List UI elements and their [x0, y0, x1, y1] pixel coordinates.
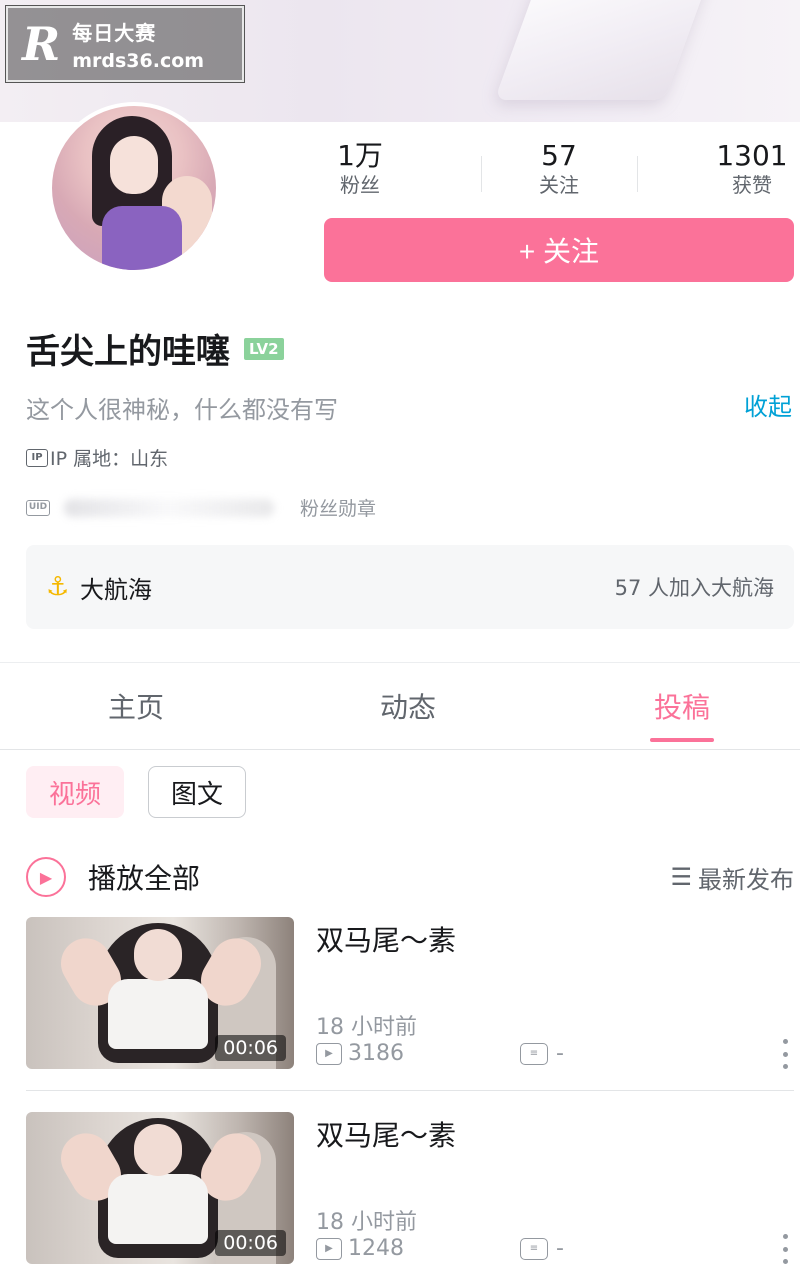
uid-row: UID 粉丝勋章	[26, 494, 376, 521]
stat-fans-value: 1万	[337, 139, 383, 172]
stat-fans[interactable]: 1万 粉丝	[300, 140, 420, 198]
user-bio: 这个人很神秘，什么都没有写	[26, 396, 338, 424]
ip-location: IP 属地：山东	[50, 448, 169, 470]
ip-icon: IP	[26, 448, 48, 467]
comment-count: -	[556, 1041, 564, 1066]
avatar-dress	[102, 206, 182, 270]
video-stats: ▶ 1248 ≡ -	[316, 1236, 564, 1261]
play-all-icon[interactable]: ▶	[26, 857, 66, 897]
uid-icon: UID	[26, 499, 50, 516]
section-divider	[0, 662, 800, 663]
fans-medal-link[interactable]: 粉丝勋章	[300, 494, 376, 521]
thumbnail-figure	[108, 1174, 208, 1244]
video-thumbnail[interactable]: 00:06	[26, 1112, 294, 1264]
collapse-link[interactable]: 收起	[744, 387, 792, 422]
name-row: 舌尖上的哇噻 LV2	[26, 324, 284, 373]
watermark: R 每日大赛 mrds36.com	[5, 5, 245, 83]
user-name: 舌尖上的哇噻	[26, 332, 230, 372]
thumbnail-figure	[108, 979, 208, 1049]
stat-likes-label: 获赞	[732, 173, 772, 197]
tab-dynamic[interactable]: 动态	[338, 686, 478, 726]
tab-uploads[interactable]: 投稿	[612, 686, 752, 726]
play-all-row: ▶ 播放全部 ☰ 最新发布	[26, 855, 794, 899]
video-time: 18 小时前	[316, 1015, 417, 1040]
video-duration: 00:06	[215, 1035, 286, 1061]
stat-following-label: 关注	[539, 173, 579, 197]
video-thumbnail[interactable]: 00:06	[26, 917, 294, 1069]
profile-stats: 1万 粉丝 57 关注 1301 获赞	[300, 140, 800, 204]
play-count-icon: ▶	[316, 1042, 342, 1065]
watermark-line1: 每日大赛	[72, 20, 157, 45]
play-count: 1248	[348, 1236, 404, 1261]
guard-count: 57 人加入大航海	[614, 576, 774, 600]
uid-value-blurred	[64, 498, 274, 517]
sort-label: 最新发布	[698, 865, 794, 894]
watermark-logo: R	[22, 17, 61, 71]
comment-count-icon: ≡	[520, 1237, 548, 1260]
profile-tabs: 主页 动态 投稿	[0, 664, 800, 750]
stat-divider	[481, 156, 482, 192]
list-divider	[26, 1090, 794, 1091]
guard-title: 大航海	[80, 575, 152, 604]
subtab-video[interactable]: 视频	[26, 766, 124, 818]
thumbnail-figure	[134, 1124, 182, 1176]
level-badge: LV2	[244, 337, 284, 360]
play-count: 3186	[348, 1041, 404, 1066]
watermark-line2: mrds36.com	[72, 49, 205, 72]
stat-fans-label: 粉丝	[340, 173, 380, 197]
video-time: 18 小时前	[316, 1210, 417, 1235]
tab-active-indicator	[650, 738, 714, 742]
sort-icon: ☰	[670, 863, 692, 891]
stat-divider	[637, 156, 638, 192]
video-stats: ▶ 3186 ≡ -	[316, 1041, 564, 1066]
stat-following[interactable]: 57 关注	[499, 140, 619, 198]
play-count-icon: ▶	[316, 1237, 342, 1260]
tab-home[interactable]: 主页	[66, 686, 206, 726]
video-item[interactable]: 00:06 双马尾～素 18 小时前 ▶ 1248 ≡ -	[26, 1112, 794, 1272]
video-item[interactable]: 00:06 双马尾～素 18 小时前 ▶ 3186 ≡ -	[26, 917, 794, 1077]
comment-count: -	[556, 1236, 564, 1261]
video-duration: 00:06	[215, 1230, 286, 1256]
anchor-icon: ⚓	[46, 572, 70, 602]
stat-likes[interactable]: 1301 获赞	[692, 140, 800, 198]
more-options-icon[interactable]	[780, 1234, 790, 1264]
banner-decoration	[494, 0, 716, 100]
subtab-article[interactable]: 图文	[148, 766, 246, 818]
comment-count-icon: ≡	[520, 1042, 548, 1065]
avatar-face	[110, 136, 158, 194]
guard-card[interactable]: ⚓ 大航海 57 人加入大航海	[26, 545, 794, 629]
avatar[interactable]	[48, 102, 220, 274]
play-all-button[interactable]: 播放全部	[88, 857, 200, 897]
video-title[interactable]: 双马尾～素	[316, 919, 456, 959]
video-title[interactable]: 双马尾～素	[316, 1114, 456, 1154]
ip-location-row: IP IP 属地：山东	[26, 444, 168, 471]
stat-likes-value: 1301	[716, 139, 788, 172]
thumbnail-figure	[134, 929, 182, 981]
stat-following-value: 57	[541, 139, 577, 172]
more-options-icon[interactable]	[780, 1039, 790, 1069]
sort-button[interactable]: ☰ 最新发布	[670, 860, 794, 895]
follow-button[interactable]: + 关注	[324, 218, 794, 282]
watermark-text: 每日大赛 mrds36.com	[72, 17, 204, 72]
